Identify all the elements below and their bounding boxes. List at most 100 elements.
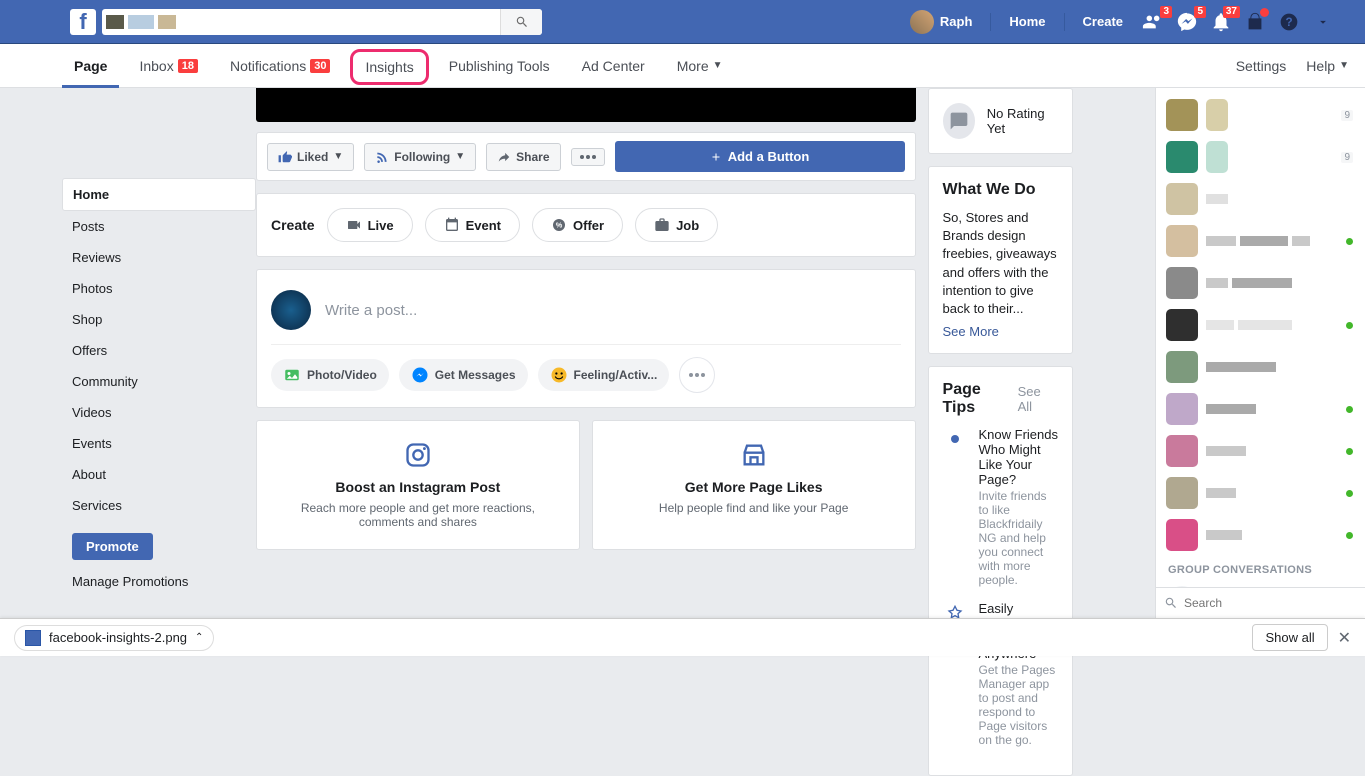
share-button[interactable]: Share — [486, 143, 560, 171]
page-nav: Page Inbox18 Notifications30 Insights Pu… — [0, 44, 1365, 88]
create-card: Create Live Event %Offer Job — [256, 193, 916, 257]
see-more-link[interactable]: See More — [943, 324, 999, 339]
boost-instagram-card[interactable]: Boost an Instagram Post Reach more peopl… — [256, 420, 580, 550]
close-icon[interactable]: ✕ — [1338, 628, 1351, 648]
contact-row[interactable] — [1164, 304, 1357, 346]
tab-help[interactable]: Help▼ — [1306, 44, 1349, 87]
tab-more[interactable]: More▼ — [665, 44, 735, 87]
contact-row[interactable] — [1164, 472, 1357, 514]
chat-bottom-bar — [1156, 587, 1365, 618]
help-icon[interactable]: ? — [1277, 10, 1301, 34]
search-chips — [102, 15, 176, 29]
tip-item[interactable]: Know Friends Who Might Like Your Page? I… — [943, 427, 1058, 587]
tab-insights[interactable]: Insights — [350, 49, 428, 85]
tab-settings[interactable]: Settings — [1236, 44, 1287, 87]
tab-page[interactable]: Page — [62, 44, 119, 87]
manage-promotions-link[interactable]: Manage Promotions — [62, 568, 256, 595]
contact-row[interactable] — [1164, 220, 1357, 262]
contact-row[interactable] — [1164, 514, 1357, 556]
dropdown-icon[interactable] — [1311, 10, 1335, 34]
download-item[interactable]: facebook-insights-2.png ⌃ — [14, 625, 214, 651]
tab-publishing[interactable]: Publishing Tools — [437, 44, 562, 87]
share-icon — [497, 150, 511, 164]
tab-adcenter[interactable]: Ad Center — [570, 44, 657, 87]
create-job[interactable]: Job — [635, 208, 718, 242]
create-offer[interactable]: %Offer — [532, 208, 623, 242]
instagram-icon — [404, 441, 432, 469]
tag-icon: % — [551, 217, 567, 233]
chevron-up-icon[interactable]: ⌃ — [195, 632, 203, 643]
cover-photo-strip — [256, 88, 916, 122]
search-button[interactable] — [500, 9, 542, 35]
get-likes-card[interactable]: Get More Page Likes Help people find and… — [592, 420, 916, 550]
facebook-logo[interactable]: f — [70, 9, 96, 35]
contact-row[interactable] — [1164, 262, 1357, 304]
search-input[interactable] — [176, 14, 500, 29]
page-action-bar: Liked▼ Following▼ Share Add a Button — [256, 132, 916, 181]
dots-icon — [580, 155, 596, 159]
sidebar-item-events[interactable]: Events — [62, 428, 256, 459]
feeling-chip[interactable]: Feeling/Activ... — [538, 359, 670, 391]
composer-card: Write a post... Photo/Video Get Messages… — [256, 269, 916, 408]
smile-icon — [550, 366, 568, 384]
quick-help-icon[interactable] — [1243, 10, 1267, 34]
contact-row[interactable] — [1164, 346, 1357, 388]
composer-input[interactable]: Write a post... — [325, 302, 417, 319]
create-event[interactable]: Event — [425, 208, 520, 242]
camera-icon — [346, 217, 362, 233]
contact-row[interactable]: 9 — [1164, 94, 1357, 136]
sidebar-item-community[interactable]: Community — [62, 366, 256, 397]
lightbulb-icon — [943, 427, 967, 451]
search-wrap — [102, 9, 542, 35]
home-link[interactable]: Home — [1003, 14, 1051, 29]
left-sidebar: Home Posts Reviews Photos Shop Offers Co… — [0, 88, 256, 618]
more-button[interactable] — [571, 148, 605, 166]
sidebar-item-posts[interactable]: Posts — [62, 211, 256, 242]
create-live[interactable]: Live — [327, 208, 413, 242]
sidebar-item-about[interactable]: About — [62, 459, 256, 490]
chat-bubble-icon — [943, 103, 975, 139]
sidebar-item-services[interactable]: Services — [62, 490, 256, 521]
file-thumb-icon — [25, 630, 41, 646]
get-messages-chip[interactable]: Get Messages — [399, 359, 528, 391]
friends-icon[interactable]: 3 — [1141, 10, 1165, 34]
sidebar-item-offers[interactable]: Offers — [62, 335, 256, 366]
sidebar-item-home[interactable]: Home — [62, 178, 256, 211]
create-group-link[interactable]: Create New Group — [1164, 580, 1357, 587]
tab-inbox[interactable]: Inbox18 — [127, 44, 210, 87]
following-button[interactable]: Following▼ — [364, 143, 476, 171]
promote-button[interactable]: Promote — [72, 533, 153, 560]
topbar-right: Raph Home Create 3 5 37 ? — [904, 10, 1335, 34]
contact-row[interactable]: 9 — [1164, 136, 1357, 178]
chevron-down-icon: ▼ — [1339, 60, 1349, 71]
tab-notifications[interactable]: Notifications30 — [218, 44, 343, 87]
contact-row[interactable] — [1164, 388, 1357, 430]
rating-card: No Rating Yet — [928, 88, 1073, 154]
contact-row[interactable] — [1164, 430, 1357, 472]
chevron-down-icon: ▼ — [713, 60, 723, 71]
chat-search-input[interactable] — [1184, 596, 1339, 610]
sidebar-item-videos[interactable]: Videos — [62, 397, 256, 428]
quick-help-badge — [1260, 8, 1269, 17]
page-tips-card: Page Tips See All Know Friends Who Might… — [928, 366, 1073, 776]
dots-icon — [689, 373, 705, 377]
show-all-button[interactable]: Show all — [1252, 624, 1327, 651]
liked-button[interactable]: Liked▼ — [267, 143, 354, 171]
notifications-icon[interactable]: 37 — [1209, 10, 1233, 34]
messenger-icon — [411, 366, 429, 384]
see-all-link[interactable]: See All — [1018, 384, 1058, 414]
profile-link[interactable]: Raph — [904, 10, 979, 34]
sidebar-item-reviews[interactable]: Reviews — [62, 242, 256, 273]
photo-video-chip[interactable]: Photo/Video — [271, 359, 389, 391]
messages-icon[interactable]: 5 — [1175, 10, 1199, 34]
download-bar: facebook-insights-2.png ⌃ Show all ✕ — [0, 618, 1365, 656]
composer-more[interactable] — [679, 357, 715, 393]
sidebar-item-shop[interactable]: Shop — [62, 304, 256, 335]
notifications-badge: 37 — [1223, 6, 1240, 18]
sidebar-item-photos[interactable]: Photos — [62, 273, 256, 304]
add-a-button[interactable]: Add a Button — [615, 141, 905, 172]
search-icon — [1164, 596, 1178, 610]
create-link[interactable]: Create — [1077, 14, 1129, 29]
contact-row[interactable] — [1164, 178, 1357, 220]
chat-sidebar: 9 9 GROUP CONVERSATIONS Create New Group — [1155, 88, 1365, 618]
